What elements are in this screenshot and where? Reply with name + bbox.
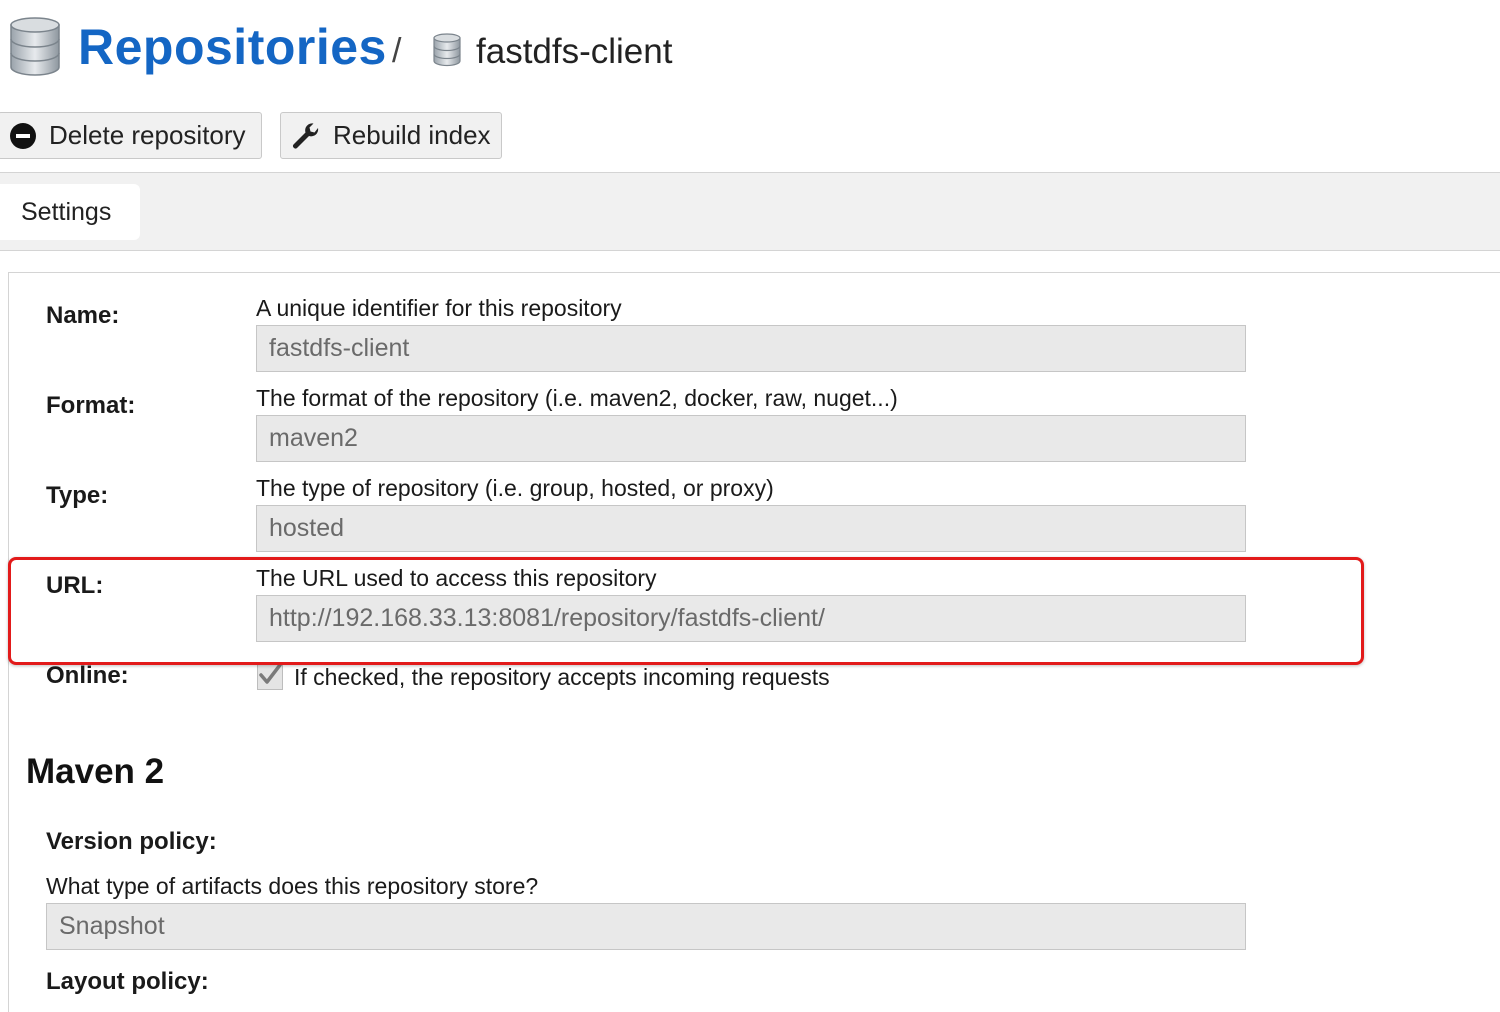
online-label: Online:	[46, 662, 129, 689]
delete-repository-button[interactable]: Delete repository	[0, 112, 262, 159]
wrench-icon	[291, 121, 321, 151]
online-checkbox[interactable]	[257, 663, 283, 690]
maven-section-title: Maven 2	[26, 752, 165, 791]
tab-bar: Settings	[0, 172, 1500, 251]
url-highlight-annotation	[8, 557, 1364, 665]
type-help: The type of repository (i.e. group, host…	[256, 475, 774, 501]
type-label: Type:	[46, 482, 109, 509]
format-field[interactable]: maven2	[256, 415, 1246, 462]
version-policy-label: Version policy:	[46, 828, 217, 855]
minus-circle-icon	[9, 122, 37, 150]
tab-settings[interactable]: Settings	[0, 184, 140, 240]
online-help: If checked, the repository accepts incom…	[294, 664, 830, 690]
database-icon	[8, 16, 62, 81]
type-field[interactable]: hosted	[256, 505, 1246, 552]
format-label: Format:	[46, 392, 136, 419]
version-policy-field[interactable]: Snapshot	[46, 903, 1246, 950]
name-field[interactable]: fastdfs-client	[256, 325, 1246, 372]
rebuild-index-label: Rebuild index	[333, 120, 491, 150]
breadcrumb: Repositories / fastdfs-client	[0, 0, 1500, 100]
name-help: A unique identifier for this repository	[256, 295, 622, 321]
breadcrumb-current-repository: fastdfs-client	[476, 32, 673, 71]
version-policy-help: What type of artifacts does this reposit…	[46, 873, 539, 899]
format-help: The format of the repository (i.e. maven…	[256, 385, 898, 411]
name-label: Name:	[46, 302, 120, 329]
database-icon	[432, 33, 462, 72]
breadcrumb-repositories-link[interactable]: Repositories	[78, 18, 387, 76]
breadcrumb-separator: /	[392, 32, 402, 70]
delete-repository-label: Delete repository	[49, 120, 246, 150]
rebuild-index-button[interactable]: Rebuild index	[280, 112, 502, 159]
